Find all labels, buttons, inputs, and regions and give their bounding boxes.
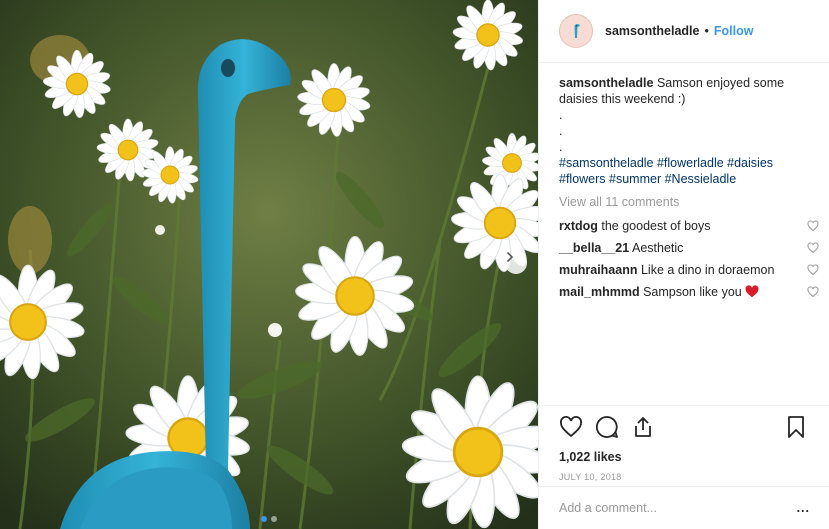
- avatar[interactable]: [559, 14, 593, 48]
- caption-dot: .: [559, 140, 563, 154]
- comment-text: Like a dino in doraemon: [640, 263, 775, 277]
- likes-count[interactable]: 1,022 likes: [559, 450, 810, 464]
- comment-username[interactable]: muhraihaann: [559, 263, 638, 277]
- comment-icon: [595, 416, 618, 438]
- comment-username[interactable]: mail_mhmmd: [559, 285, 640, 299]
- comment-text: Sampson like you: [643, 285, 742, 299]
- bookmark-icon: [788, 416, 804, 438]
- comment-row: muhraihaann Like a dino in doraemon: [559, 259, 819, 281]
- daisy-ladle-illustration: [0, 0, 538, 529]
- share-icon: [635, 417, 651, 437]
- comment-row: __bella__21 Aesthetic: [559, 237, 819, 259]
- carousel-dot-2: [271, 516, 277, 522]
- comment-text: the goodest of boys: [601, 219, 711, 233]
- post-sidebar: samsontheladle • Follow samsontheladle S…: [538, 0, 829, 529]
- post-header: samsontheladle • Follow: [539, 0, 829, 63]
- carousel-indicator: [0, 516, 538, 522]
- more-options-button[interactable]: ...: [797, 501, 810, 515]
- view-all-comments-link[interactable]: View all 11 comments: [559, 194, 819, 210]
- caption-username[interactable]: samsontheladle: [559, 76, 653, 90]
- bookmark-button[interactable]: [786, 412, 810, 442]
- hashtags-line-2[interactable]: #flowers #summer #Nessieladle: [559, 171, 819, 187]
- share-button[interactable]: [631, 412, 667, 442]
- comment-username[interactable]: rxtdog: [559, 219, 598, 233]
- comment-heart-icon[interactable]: [807, 264, 819, 276]
- add-comment-bar: ...: [539, 486, 829, 529]
- ladle-avatar-icon: [574, 24, 580, 38]
- follow-button[interactable]: Follow: [714, 24, 754, 38]
- post-body: samsontheladle Samson enjoyed some daisi…: [559, 75, 819, 303]
- carousel-dot-1: [261, 516, 267, 522]
- comment-button[interactable]: [595, 412, 631, 442]
- comment-row: rxtdog the goodest of boys: [559, 215, 819, 237]
- add-comment-input[interactable]: [559, 501, 779, 515]
- comment-heart-icon[interactable]: [807, 286, 819, 298]
- caption: samsontheladle Samson enjoyed some daisi…: [559, 75, 819, 107]
- comment-list: rxtdog the goodest of boys __bella__21 A…: [559, 215, 819, 303]
- like-button[interactable]: [559, 412, 595, 442]
- red-heart-emoji-icon: [745, 285, 759, 298]
- header-separator: •: [704, 24, 709, 38]
- heart-icon: [560, 416, 582, 438]
- action-icon-row: [559, 406, 810, 448]
- caption-dot: .: [559, 124, 563, 138]
- comment-text: Aesthetic: [632, 241, 684, 255]
- comment-username[interactable]: __bella__21: [559, 241, 629, 255]
- header-username[interactable]: samsontheladle: [605, 24, 699, 38]
- carousel-next-button[interactable]: [505, 252, 527, 274]
- hashtags-line-1[interactable]: #samsontheladle #flowerladle #daisies: [559, 155, 819, 171]
- caption-dot: .: [559, 108, 563, 122]
- comment-row: mail_mhmmd Sampson like you: [559, 281, 819, 303]
- comment-heart-icon[interactable]: [807, 220, 819, 232]
- post-actions: 1,022 likes JULY 10, 2018: [539, 405, 829, 482]
- chevron-right-icon: [507, 252, 514, 262]
- post-date[interactable]: JULY 10, 2018: [559, 472, 810, 482]
- comment-heart-icon[interactable]: [807, 242, 819, 254]
- post-photo[interactable]: [0, 0, 538, 529]
- instagram-post: samsontheladle • Follow samsontheladle S…: [0, 0, 829, 529]
